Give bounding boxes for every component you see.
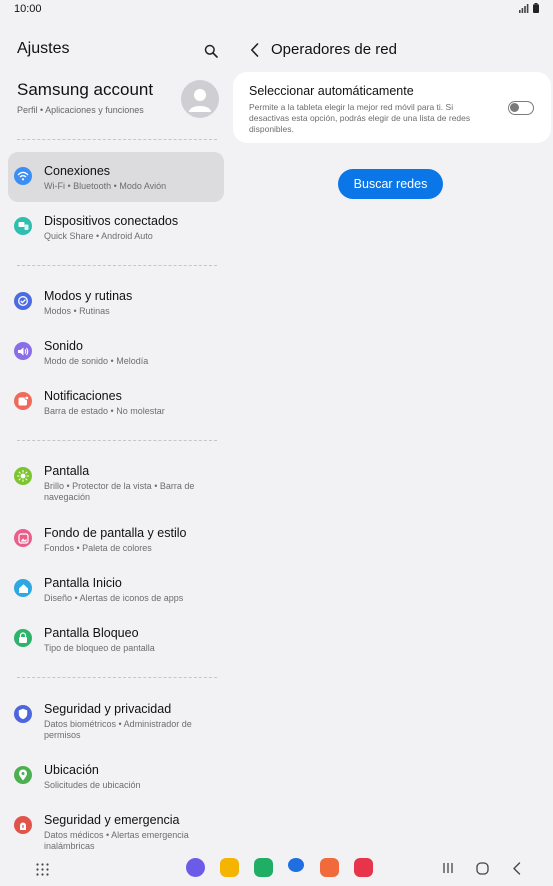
menu-item-notificaciones[interactable]: Notificaciones Barra de estado • No mole… <box>8 377 224 427</box>
dock-app-internet[interactable] <box>186 858 205 877</box>
sound-icon <box>14 342 32 360</box>
settings-title: Ajustes <box>17 40 70 57</box>
search-networks-button[interactable]: Buscar redes <box>338 169 443 199</box>
menu-item-seguridad-y-privacidad[interactable]: Seguridad y privacidad Datos biométricos… <box>8 690 224 748</box>
recent-apps-button[interactable] <box>442 862 454 874</box>
home-button[interactable] <box>476 862 489 875</box>
menu-item-conexiones[interactable]: Conexiones Wi-Fi • Bluetooth • Modo Avió… <box>8 152 224 202</box>
nav-back-button[interactable] <box>512 862 521 875</box>
menu-item-title: Pantalla Inicio <box>44 576 122 590</box>
samsung-account[interactable]: Samsung account Perfil • Aplicaciones y … <box>17 80 222 124</box>
screen-recorder-app-icon <box>354 858 373 877</box>
home-icon <box>476 862 489 875</box>
menu-item-modos-y-rutinas[interactable]: Modos y rutinas Modos • Rutinas <box>8 277 224 327</box>
apps-grid-icon <box>36 863 49 876</box>
menu-item-pantalla-bloqueo[interactable]: Pantalla Bloqueo Tipo de bloqueo de pant… <box>8 614 224 664</box>
menu-item-dispositivos-conectados[interactable]: Dispositivos conectados Quick Share • An… <box>8 202 224 252</box>
menu-item-subtitle: Diseño • Alertas de iconos de apps <box>44 593 184 603</box>
contacts-app-icon <box>320 858 339 877</box>
page-title: Operadores de red <box>271 41 397 58</box>
menu-item-title: Ubicación <box>44 763 99 777</box>
menu-item-subtitle: Quick Share • Android Auto <box>44 231 153 241</box>
shield-icon <box>14 705 32 723</box>
back-button[interactable] <box>246 40 262 60</box>
navigation-bar <box>0 850 553 886</box>
messages-app-icon <box>288 858 304 872</box>
phone-app-icon <box>254 858 273 877</box>
home-screen-icon <box>14 579 32 597</box>
settings-header: Ajustes <box>17 40 222 62</box>
network-operators-pane: Operadores de red Seleccionar automática… <box>232 20 553 850</box>
brightness-icon <box>14 467 32 485</box>
notifications-icon <box>14 392 32 410</box>
auto-select-title: Seleccionar automáticamente <box>249 84 414 98</box>
menu-item-title: Modos y rutinas <box>44 289 133 303</box>
status-bar: 10:00 <box>0 0 553 20</box>
status-time: 10:00 <box>14 3 42 15</box>
avatar[interactable] <box>181 80 219 118</box>
menu-item-pantalla-inicio[interactable]: Pantalla Inicio Diseño • Alertas de icon… <box>8 564 224 614</box>
menu-item-title: Notificaciones <box>44 389 122 403</box>
auto-select-description: Permite a la tableta elegir la mejor red… <box>249 102 471 134</box>
divider <box>17 139 217 140</box>
internet-app-icon <box>186 858 205 877</box>
menu-item-subtitle: Modo de sonido • Melodía <box>44 356 149 366</box>
person-icon <box>189 89 211 112</box>
menu-item-fondo-de-pantalla[interactable]: Fondo de pantalla y estilo Fondos • Pale… <box>8 514 224 564</box>
location-pin-icon <box>14 766 32 784</box>
menu-item-subtitle: Modos • Rutinas <box>44 306 110 316</box>
menu-item-title: Seguridad y privacidad <box>44 702 172 716</box>
menu-item-title: Fondo de pantalla y estilo <box>44 526 187 540</box>
chevron-left-icon <box>250 43 258 57</box>
apps-grid-button[interactable] <box>36 863 49 876</box>
toggle-knob <box>510 103 519 112</box>
menu-item-subtitle: Barra de estado • No molestar <box>44 406 165 416</box>
menu-item-ubicacion[interactable]: Ubicación Solicitudes de ubicación <box>8 751 224 801</box>
search-icon <box>204 44 218 58</box>
menu-item-subtitle: Datos biométricos • Administrador de per… <box>44 719 192 740</box>
menu-item-subtitle: Wi-Fi • Bluetooth • Modo Avión <box>44 181 167 191</box>
menu-item-title: Dispositivos conectados <box>44 214 179 228</box>
menu-item-subtitle: Tipo de bloqueo de pantalla <box>44 643 155 653</box>
menu-item-subtitle: Fondos • Paleta de colores <box>44 543 152 553</box>
back-icon <box>513 862 521 875</box>
dock-app-contacts[interactable] <box>320 858 339 877</box>
search-button[interactable] <box>200 40 222 62</box>
menu-item-title: Pantalla <box>44 464 90 478</box>
signal-icon <box>519 3 529 13</box>
connected-devices-icon <box>14 217 32 235</box>
my-files-app-icon <box>220 858 239 877</box>
divider <box>17 265 217 266</box>
dock-app-phone[interactable] <box>254 858 273 877</box>
menu-item-title: Pantalla Bloqueo <box>44 626 139 640</box>
status-icons <box>519 3 539 13</box>
dock-app-my-files[interactable] <box>220 858 239 877</box>
dock-app-screen-recorder[interactable] <box>354 858 373 877</box>
auto-select-toggle[interactable] <box>508 101 534 115</box>
menu-item-title: Seguridad y emergencia <box>44 813 180 827</box>
divider <box>17 440 217 441</box>
menu-item-title: Conexiones <box>44 164 111 178</box>
menu-item-subtitle: Brillo • Protector de la vista • Barra d… <box>44 481 195 502</box>
battery-icon <box>533 3 539 13</box>
menu-item-subtitle: Solicitudes de ubicación <box>44 780 141 790</box>
divider <box>17 677 217 678</box>
emergency-icon <box>14 816 32 834</box>
menu-item-sonido[interactable]: Sonido Modo de sonido • Melodía <box>8 327 224 377</box>
settings-list-pane: Ajustes Samsung account Perfil • Aplicac… <box>0 20 232 850</box>
menu-item-pantalla[interactable]: Pantalla Brillo • Protector de la vista … <box>8 452 224 510</box>
menu-item-subtitle: Datos médicos • Alertas emergencia inalá… <box>44 830 189 850</box>
lock-icon <box>14 629 32 647</box>
dock-app-messages[interactable] <box>288 858 304 872</box>
menu-item-title: Sonido <box>44 339 83 353</box>
wifi-icon <box>14 167 32 185</box>
auto-select-card[interactable]: Seleccionar automáticamente Permite a la… <box>233 72 551 143</box>
menu-item-seguridad-y-emergencia[interactable]: Seguridad y emergencia Datos médicos • A… <box>8 801 224 850</box>
recent-apps-icon <box>443 863 453 873</box>
modes-routines-icon <box>14 292 32 310</box>
wallpaper-icon <box>14 529 32 547</box>
